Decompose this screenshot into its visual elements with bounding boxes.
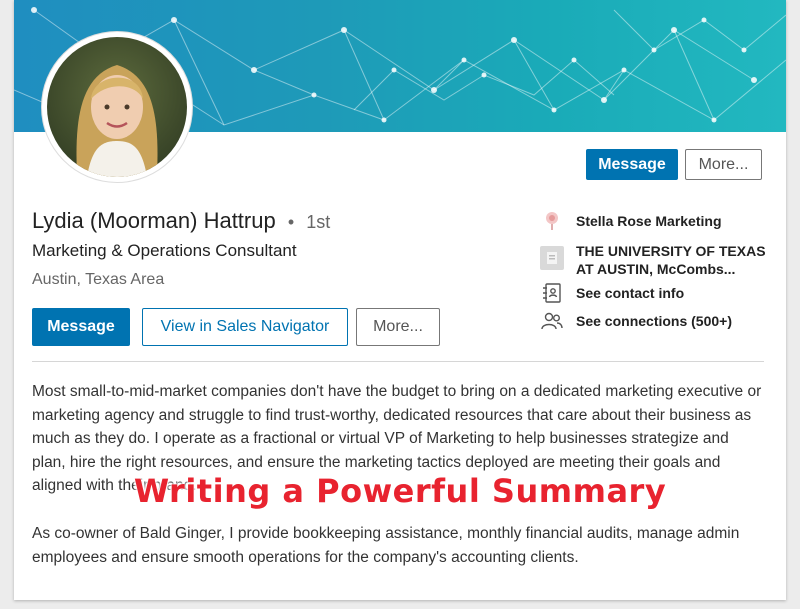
school-name-line2: AT AUSTIN, McCombs... <box>576 261 736 277</box>
connection-degree: 1st <box>306 212 331 232</box>
connections-link[interactable]: See connections (500+) <box>576 312 732 330</box>
company-link[interactable]: Stella Rose Marketing <box>576 212 722 230</box>
profile-avatar[interactable] <box>42 32 192 182</box>
message-button[interactable]: Message <box>32 308 130 346</box>
more-button[interactable]: More... <box>356 308 440 346</box>
contact-book-icon <box>540 281 564 305</box>
profile-card: Message More... Lydia (Moorman) Hattrup … <box>14 0 786 600</box>
summary-paragraph-2: As co-owner of Bald Ginger, I provide bo… <box>32 525 740 566</box>
top-message-button[interactable]: Message <box>586 149 678 180</box>
school-logo-icon <box>540 246 564 270</box>
profile-location: Austin, Texas Area <box>32 271 165 288</box>
section-divider <box>32 361 764 362</box>
people-icon <box>540 309 564 333</box>
overlay-title: Writing a Powerful Summary <box>133 472 667 510</box>
profile-photo <box>47 37 187 177</box>
profile-name-row: Lydia (Moorman) Hattrup • 1st <box>32 208 330 234</box>
school-link[interactable]: THE UNIVERSITY OF TEXAS AT AUSTIN, McCom… <box>576 242 766 278</box>
top-more-button[interactable]: More... <box>685 149 762 180</box>
degree-separator: • <box>287 212 295 232</box>
rose-logo-icon <box>540 208 564 232</box>
school-name-line1: THE UNIVERSITY OF TEXAS <box>576 243 766 259</box>
profile-headline: Marketing & Operations Consultant <box>32 241 297 260</box>
profile-name: Lydia (Moorman) Hattrup <box>32 208 276 233</box>
contact-info-link[interactable]: See contact info <box>576 284 684 302</box>
sales-navigator-button[interactable]: View in Sales Navigator <box>142 308 348 346</box>
